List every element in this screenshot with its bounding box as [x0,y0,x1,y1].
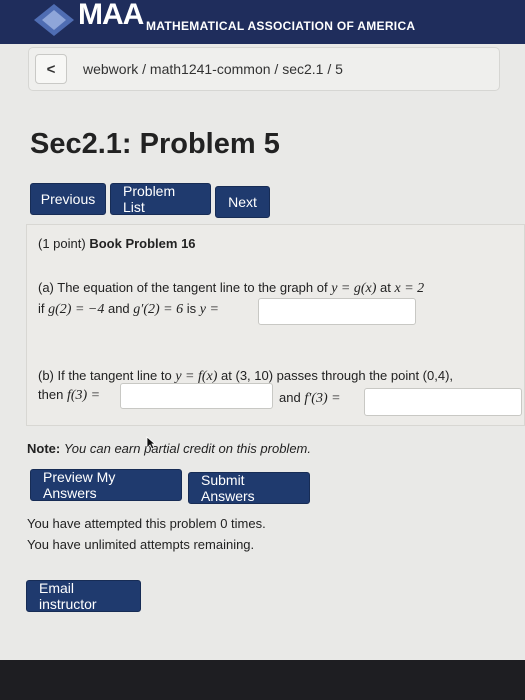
attempts-count: You have attempted this problem 0 times. [27,516,266,531]
part-b-text-end: at (3, 10) passes through the point (0,4… [221,368,454,383]
part-b-and-word: and [279,390,301,405]
footer-bar [0,660,525,700]
site-header: MAA MATHEMATICAL ASSOCIATION OF AMERICA [0,0,525,44]
note-label: Note: [27,441,61,456]
attempts-remaining: You have unlimited attempts remaining. [27,537,255,552]
part-a-math-y: y = [199,302,219,317]
org-name: MATHEMATICAL ASSOCIATION OF AMERICA [146,19,416,33]
part-a-answer-input[interactable] [258,298,416,325]
problem-nav: Previous Problem List Next [30,183,270,218]
part-a-line2: if g(2) = −4 and g′(2) = 6 is y = [38,301,219,318]
part-a-math-gprime: g′(2) = 6 [133,302,184,317]
part-b-then: then f(3) = [38,387,100,404]
part-a-is: is [186,301,197,316]
breadcrumb-path[interactable]: webwork / math1241-common / sec2.1 / 5 [83,61,343,77]
part-a-line1: (a) The equation of the tangent line to … [38,280,424,297]
part-a-math-g2: g(2) = −4 [48,302,105,317]
points-label: (1 point) [38,236,86,251]
maa-logo-icon [34,4,74,36]
part-b-then-word: then [38,387,64,402]
part-a-if: if [38,301,45,316]
part-a-and: and [107,301,130,316]
chevron-left-icon: < [46,60,56,78]
problem-list-button[interactable]: Problem List [110,183,211,215]
problem-name: Book Problem 16 [89,236,196,251]
problem-heading: (1 point) Book Problem 16 [38,236,196,251]
part-a-text: (a) The equation of the tangent line to … [38,280,328,295]
logo-text: MAA [78,0,144,31]
part-a-at: at [380,280,391,295]
part-b-text: (b) If the tangent line to [38,368,172,383]
preview-answers-button[interactable]: Preview My Answers [30,469,182,501]
part-b-fprime-input[interactable] [364,388,522,416]
note-text: You can earn partial credit on this prob… [63,441,311,456]
part-b-and: and f′(3) = [279,390,341,407]
partial-credit-note: Note: You can earn partial credit on thi… [27,441,311,456]
attempts-info: You have attempted this problem 0 times.… [27,513,266,555]
part-a-math-x: x = 2 [394,281,425,296]
part-b-f3-input[interactable] [120,383,273,409]
part-b-math-fprime: f′(3) = [304,391,341,406]
next-button[interactable]: Next [215,186,270,218]
submit-answers-button[interactable]: Submit Answers [188,472,310,504]
part-b-math-f3: f(3) = [66,388,101,403]
part-b-math-func: y = f(x) [175,369,218,384]
part-a-math-func: y = g(x) [331,281,377,296]
mouse-cursor-icon [146,436,156,450]
back-button[interactable]: < [35,54,67,84]
previous-button[interactable]: Previous [30,183,106,215]
email-instructor-button[interactable]: Email instructor [26,580,141,612]
page-title: Sec2.1: Problem 5 [30,128,280,160]
breadcrumb: < webwork / math1241-common / sec2.1 / 5 [28,47,500,91]
problem-box: (1 point) Book Problem 16 (a) The equati… [26,224,525,426]
